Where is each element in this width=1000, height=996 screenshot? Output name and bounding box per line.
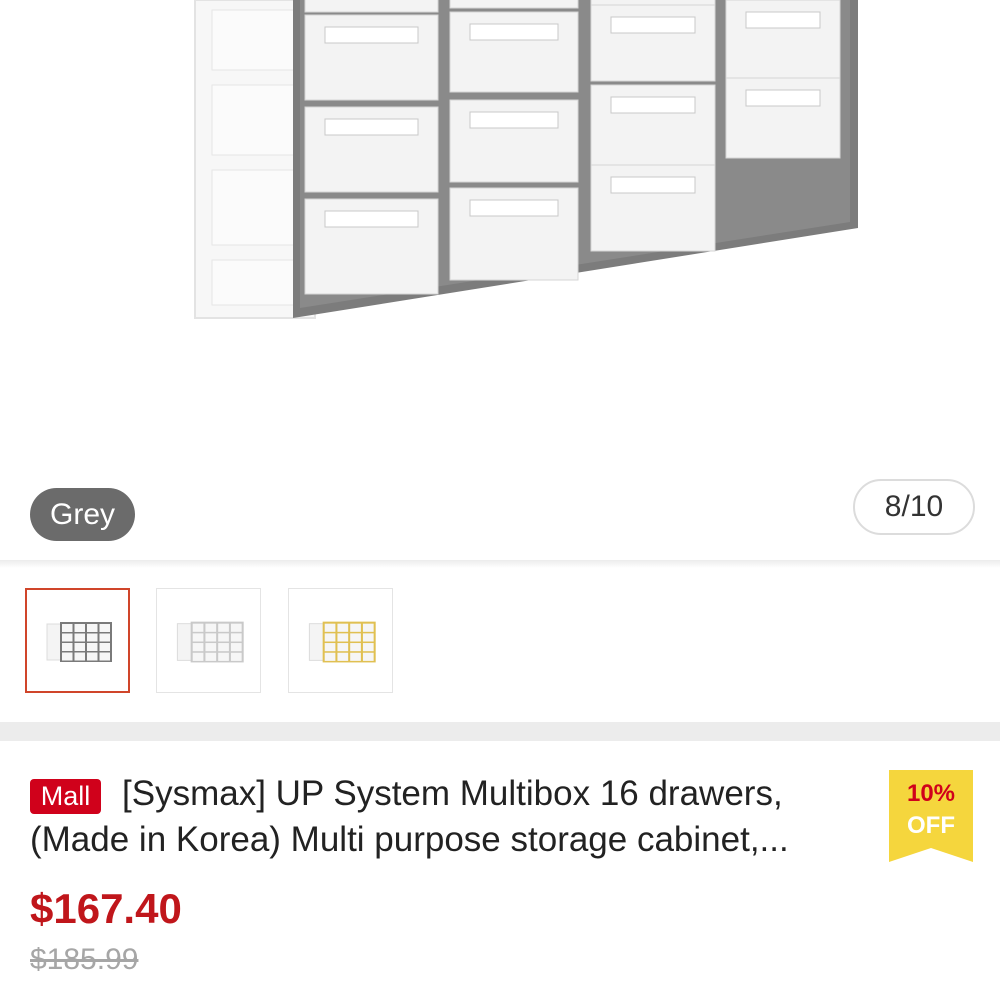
product-info: [Sysmax] UP System Multibox 16 drawers, … <box>0 741 1000 996</box>
discount-off-label: OFF <box>907 812 955 839</box>
variant-label: Grey <box>30 488 136 541</box>
section-divider <box>0 722 1000 741</box>
mall-badge: Mall <box>30 779 101 814</box>
product-image-gallery[interactable]: Grey 8/10 <box>0 0 1000 560</box>
image-counter: 8/10 <box>853 479 975 535</box>
thumbnail-white[interactable] <box>156 588 261 693</box>
divider <box>0 560 1000 568</box>
product-title-line2: (Made in Korea) Multi purpose storage ca… <box>30 820 789 859</box>
discount-percent: 10% <box>906 780 956 807</box>
thumbnail-strip <box>0 568 1000 720</box>
product-title[interactable]: [Sysmax] UP System Multibox 16 drawers, … <box>30 771 870 863</box>
product-main-image[interactable] <box>0 0 1000 560</box>
thumbnail-grey[interactable] <box>25 588 130 693</box>
current-price: $167.40 <box>30 885 182 932</box>
thumbnail-yellow[interactable] <box>288 588 393 693</box>
discount-badge: 10% OFF <box>889 770 973 862</box>
original-price: $185.99 <box>30 943 139 976</box>
product-title-line1: [Sysmax] UP System Multibox 16 drawers, <box>122 774 783 813</box>
